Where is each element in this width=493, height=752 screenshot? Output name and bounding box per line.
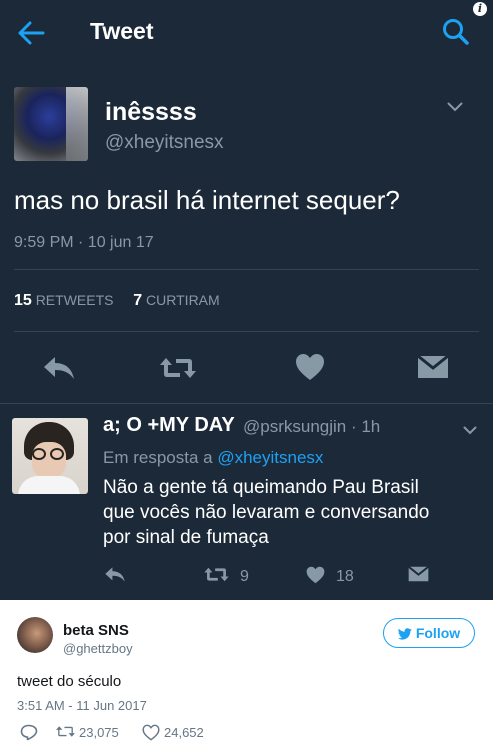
- likes-count[interactable]: 7: [133, 292, 142, 309]
- user-handle[interactable]: @psrksungjin · 1h: [243, 417, 380, 437]
- main-tweet: inêssss @xheyitsnesx mas no brasil há in…: [0, 70, 493, 404]
- retweet-icon[interactable]: [203, 566, 230, 583]
- tweet-timestamp[interactable]: 3:51 AM - 11 Jun 2017: [17, 698, 147, 713]
- user-handle[interactable]: @ghettzboy: [63, 641, 133, 656]
- top-bar: Tweet i: [0, 0, 493, 66]
- display-name[interactable]: a; O +MY DAY: [103, 414, 235, 437]
- display-name[interactable]: beta SNS: [63, 622, 129, 639]
- like-count: 18: [336, 568, 354, 585]
- in-reply-to-label: Em resposta a: [103, 448, 213, 467]
- twitter-bird-icon: [397, 628, 412, 640]
- arrow-left-icon[interactable]: [17, 20, 45, 46]
- heart-icon[interactable]: [295, 353, 325, 381]
- info-icon[interactable]: i: [473, 2, 487, 16]
- tweet-text-line: que vocês não levaram e conversando: [103, 502, 430, 523]
- tweet-text: Não a gente tá queimando Pau Brasil que …: [103, 475, 488, 550]
- display-name[interactable]: inêssss: [105, 98, 197, 127]
- heart-icon[interactable]: [142, 724, 160, 741]
- in-reply-to-link[interactable]: @xheyitsnesx: [217, 448, 323, 467]
- tweet-text: tweet do século: [17, 673, 122, 690]
- follow-button-label[interactable]: Follow: [416, 625, 460, 641]
- avatar[interactable]: [14, 87, 88, 161]
- follow-button[interactable]: Follow: [383, 618, 475, 648]
- direct-message-icon[interactable]: [408, 566, 429, 582]
- tweet-text: mas no brasil há internet sequer?: [14, 185, 400, 215]
- retweets-count[interactable]: 15: [14, 292, 32, 309]
- retweets-label[interactable]: RETWEETS: [36, 292, 114, 308]
- tweet-stats: 15 RETWEETS 7 CURTIRAM: [14, 292, 220, 310]
- reply-icon[interactable]: [20, 724, 38, 741]
- chevron-down-icon[interactable]: [447, 102, 463, 112]
- direct-message-icon[interactable]: [417, 355, 449, 379]
- like-count: 24,652: [164, 725, 204, 740]
- tweet-timestamp[interactable]: 9:59 PM · 10 jun 17: [14, 234, 154, 252]
- likes-label[interactable]: CURTIRAM: [146, 292, 220, 308]
- user-handle[interactable]: @xheyitsnesx: [105, 132, 224, 154]
- divider: [14, 331, 479, 332]
- embedded-tweet-screenshot: Tweet i inêssss @xheyitsnesx mas no bras…: [0, 0, 493, 600]
- reply-icon[interactable]: [42, 355, 76, 381]
- tweet-text-line: por sinal de fumaça: [103, 527, 269, 548]
- reply-icon[interactable]: [104, 566, 126, 583]
- heart-icon[interactable]: [306, 566, 325, 584]
- page-title: Tweet: [90, 18, 154, 44]
- retweet-icon[interactable]: [55, 724, 76, 739]
- avatar[interactable]: [12, 418, 88, 494]
- search-icon[interactable]: [442, 17, 470, 47]
- retweet-count: 23,075: [79, 725, 119, 740]
- in-reply-to: Em resposta a @xheyitsnesx: [103, 448, 323, 468]
- tweet-text-line: Não a gente tá queimando Pau Brasil: [103, 477, 419, 498]
- retweet-icon[interactable]: [158, 356, 198, 380]
- retweet-count: 9: [240, 568, 249, 585]
- chevron-down-icon[interactable]: [463, 426, 477, 435]
- tweet-card: beta SNS @ghettzboy Follow tweet do sécu…: [0, 600, 493, 752]
- reply-tweet[interactable]: a; O +MY DAY @psrksungjin · 1h Em respos…: [0, 404, 493, 600]
- avatar[interactable]: [17, 617, 53, 653]
- divider: [14, 269, 479, 270]
